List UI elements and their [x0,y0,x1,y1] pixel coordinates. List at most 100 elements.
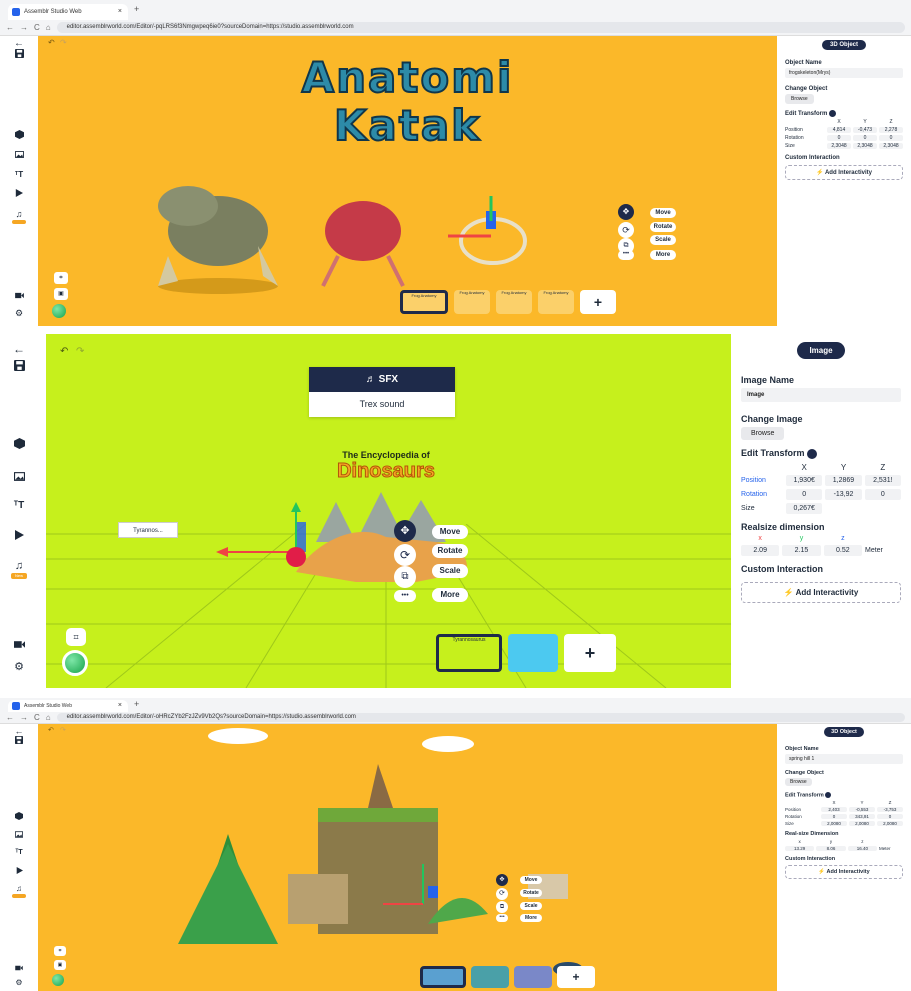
realsize-x-input[interactable]: 2.09 [741,544,780,556]
move-icon[interactable]: ✥ [394,520,416,542]
browser-back-icon[interactable]: ← [6,713,14,722]
thumbnail-item[interactable]: Tyrannosaurus [436,634,502,672]
more-icon[interactable]: ••• [618,250,634,260]
move-axis-arrows[interactable] [216,502,316,572]
gear-icon[interactable]: ⚙ [0,978,38,987]
position-y-input[interactable]: -0,473 [853,127,877,134]
realsize-z-input[interactable]: 0.52 [823,544,862,556]
more-button[interactable]: More [432,588,468,602]
editor-canvas[interactable]: ↶ ↷ Anatomi Katak ✥ ⟳ ⧉ ••• Move Rotate [38,36,777,326]
save-icon[interactable] [0,360,38,373]
undo-icon[interactable]: ↶ [48,726,54,734]
play-icon[interactable] [0,189,38,199]
ar-frame-icon[interactable]: ⌗ [54,272,68,284]
browser-forward-icon[interactable]: → [20,713,28,722]
move-button[interactable]: Move [432,525,468,539]
position-z-input[interactable]: 2,531! [864,474,901,486]
transform-toggle[interactable] [806,448,817,459]
play-preview-button[interactable] [52,974,64,986]
image-name-field[interactable]: Image [741,388,901,402]
thumbnail-item[interactable] [514,966,552,988]
transform-toggle[interactable] [829,110,837,117]
gear-icon[interactable]: ⚙ [0,660,38,673]
rotation-y-input[interactable]: 343,91 [849,814,875,820]
new-tab-button[interactable]: + [134,699,139,709]
ar-frame-icon[interactable]: ⌗ [54,946,66,956]
scale-button[interactable]: Scale [650,235,676,245]
scale-button[interactable]: Scale [432,564,468,578]
ar-frame-icon[interactable]: ⌗ [66,628,86,646]
rotate-button[interactable]: Rotate [520,889,542,897]
video-icon[interactable] [0,640,38,651]
object-name-field[interactable]: frogskeleton(Mrys) [785,68,903,78]
position-y-input[interactable]: 1,2869 [825,474,862,486]
realsize-y-input[interactable]: 8.06 [816,846,846,852]
scale-icon[interactable]: ⧉ [496,901,508,913]
browse-button[interactable]: Browse [785,94,814,104]
position-y-input[interactable]: -0,553 [849,807,875,813]
tab-close-icon[interactable]: × [118,700,122,712]
text-icon[interactable]: ᵀT [0,170,38,179]
browser-tab[interactable]: Assemblr Studio Web × [8,4,128,20]
position-z-input[interactable]: 2,278 [879,127,903,134]
video-icon[interactable] [0,292,38,301]
editor-canvas[interactable]: ↶ ↷ ♬ SFX Trex sound The Encyclopedia of… [46,334,731,688]
position-z-input[interactable]: -3,753 [877,807,903,813]
scale-icon[interactable]: ⧉ [394,566,416,588]
size-input[interactable]: 0,267€ [786,502,823,514]
browser-home-icon[interactable]: ⌂ [46,23,51,32]
spring-hill-scene[interactable] [168,724,608,991]
position-x-input[interactable]: 4,814 [827,127,851,134]
add-interactivity-button[interactable]: ⚡ Add Interactivity [741,581,901,603]
back-arrow-icon[interactable]: ← [0,342,38,356]
play-preview-button[interactable] [62,650,88,676]
text-icon[interactable]: ᵀT [0,849,38,856]
sfx-card[interactable]: ♬ SFX Trex sound [309,367,455,417]
move-button[interactable]: Move [520,876,542,884]
rotation-z-input[interactable]: 0 [877,814,903,820]
position-x-input[interactable]: 2,403 [821,807,847,813]
add-object-button[interactable]: + [557,966,595,988]
add-interactivity-button[interactable]: ⚡ Add Interactivity [785,865,903,880]
transform-toggle[interactable] [825,792,832,798]
realsize-x-input[interactable]: 13.29 [785,846,815,852]
back-arrow-icon[interactable]: ← [0,38,38,49]
realsize-z-input[interactable]: 16.40 [847,846,877,852]
rotation-x-input[interactable]: 0 [827,135,851,142]
play-preview-button[interactable] [52,304,66,318]
more-button[interactable]: More [650,250,676,260]
cube-icon[interactable] [0,438,38,451]
rotate-icon[interactable]: ⟳ [394,544,416,566]
cube-icon[interactable] [0,812,38,822]
rotation-y-input[interactable]: -13,92 [825,488,862,500]
url-field[interactable]: editor.assemblrworld.com/Editor/-pqLRS6f… [56,21,905,33]
rotation-z-input[interactable]: 0 [879,135,903,142]
rotation-x-input[interactable]: 0 [786,488,823,500]
move-icon[interactable]: ✥ [496,874,508,886]
browse-button[interactable]: Browse [785,778,812,786]
thumbnail-item[interactable]: Frog Anatomy [538,290,574,314]
browser-back-icon[interactable]: ← [6,23,14,32]
frog-models[interactable] [148,176,608,296]
cube-icon[interactable] [0,130,38,141]
browser-reload-icon[interactable]: C [34,713,40,722]
realsize-y-input[interactable]: 2.15 [782,544,821,556]
size-y-input[interactable]: 2,3048 [853,143,877,150]
save-icon[interactable] [0,736,38,746]
book-cover-image[interactable]: The Encyclopedia of Dinosaurs [306,450,466,483]
play-icon[interactable] [0,530,38,542]
rotate-icon[interactable]: ⟳ [618,222,634,238]
rotate-button[interactable]: Rotate [650,222,676,232]
more-icon[interactable]: ••• [496,914,508,922]
new-tab-button[interactable]: + [134,4,139,14]
music-icon[interactable]: ♫ [0,209,38,224]
thumbnail-item[interactable] [471,966,509,988]
position-x-input[interactable]: 1,930€ [786,474,823,486]
move-button[interactable]: Move [650,208,676,218]
rotation-x-input[interactable]: 0 [821,814,847,820]
video-icon[interactable] [0,964,38,973]
url-field[interactable]: editor.assemblrworld.com/Editor/-oHRcZYb… [56,712,905,722]
play-icon[interactable] [0,867,38,876]
rotation-z-input[interactable]: 0 [864,488,901,500]
music-icon[interactable]: ♫ [0,884,38,898]
